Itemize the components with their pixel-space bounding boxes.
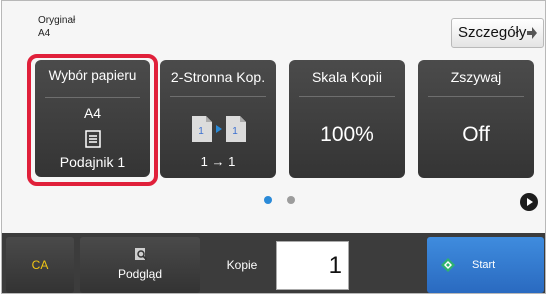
svg-text:1: 1	[232, 126, 238, 137]
details-button[interactable]: Szczegóły	[451, 18, 544, 48]
preview-label: Podgląd	[117, 267, 163, 281]
clear-all-button[interactable]: CA	[6, 237, 74, 293]
start-label: Start	[472, 259, 496, 271]
ca-label: CA	[31, 258, 49, 272]
start-button[interactable]: Start	[427, 237, 544, 293]
preview-button[interactable]: Podgląd	[80, 237, 200, 293]
page-dot-active[interactable]	[264, 196, 272, 204]
tile-divider	[45, 97, 140, 98]
scale-tile-title: Skala Kopii	[311, 69, 383, 85]
duplex-tile-title: 2-Stronna Kop.	[170, 69, 266, 85]
start-diamond-icon	[441, 258, 455, 272]
paper-tray-icon	[85, 130, 101, 148]
next-page-button[interactable]	[520, 193, 538, 211]
paper-size: A4	[83, 105, 102, 121]
original-size: A4	[38, 28, 51, 39]
svg-text:1: 1	[198, 126, 204, 137]
scale-value: 100%	[320, 123, 374, 146]
arrow-right-icon	[527, 27, 537, 39]
paper-select-tile[interactable]: Wybór papieru A4 Podajnik 1	[35, 60, 150, 177]
copy-scale-tile[interactable]: Skala Kopii 100%	[289, 60, 405, 178]
paper-tray: Podajnik 1	[59, 154, 126, 170]
paper-tile-title: Wybór papieru	[48, 68, 137, 83]
duplex-copy-icon: 1 1	[192, 116, 246, 142]
original-info: Oryginał A4	[38, 14, 75, 40]
page-dot[interactable]	[287, 196, 295, 204]
preview-magnifier-icon	[135, 248, 148, 261]
copies-input[interactable]: 1	[276, 241, 349, 290]
original-label: Oryginał	[38, 15, 76, 26]
details-label: Szczegóły	[458, 24, 527, 41]
duplex-copy-tile[interactable]: 2-Stronna Kop. 1 1 1 → 1	[160, 60, 276, 178]
tile-divider	[428, 96, 524, 97]
tile-divider	[170, 96, 266, 97]
staple-tile[interactable]: Zszywaj Off	[418, 60, 534, 178]
staple-tile-title: Zszywaj	[450, 69, 502, 85]
staple-value: Off	[462, 123, 490, 146]
copies-label: Kopie	[226, 258, 258, 272]
tile-divider	[299, 96, 395, 97]
copy-screen: Oryginał A4 Szczegóły Wybór papieru A4 P…	[1, 0, 546, 294]
duplex-mode: 1 → 1	[200, 154, 236, 169]
